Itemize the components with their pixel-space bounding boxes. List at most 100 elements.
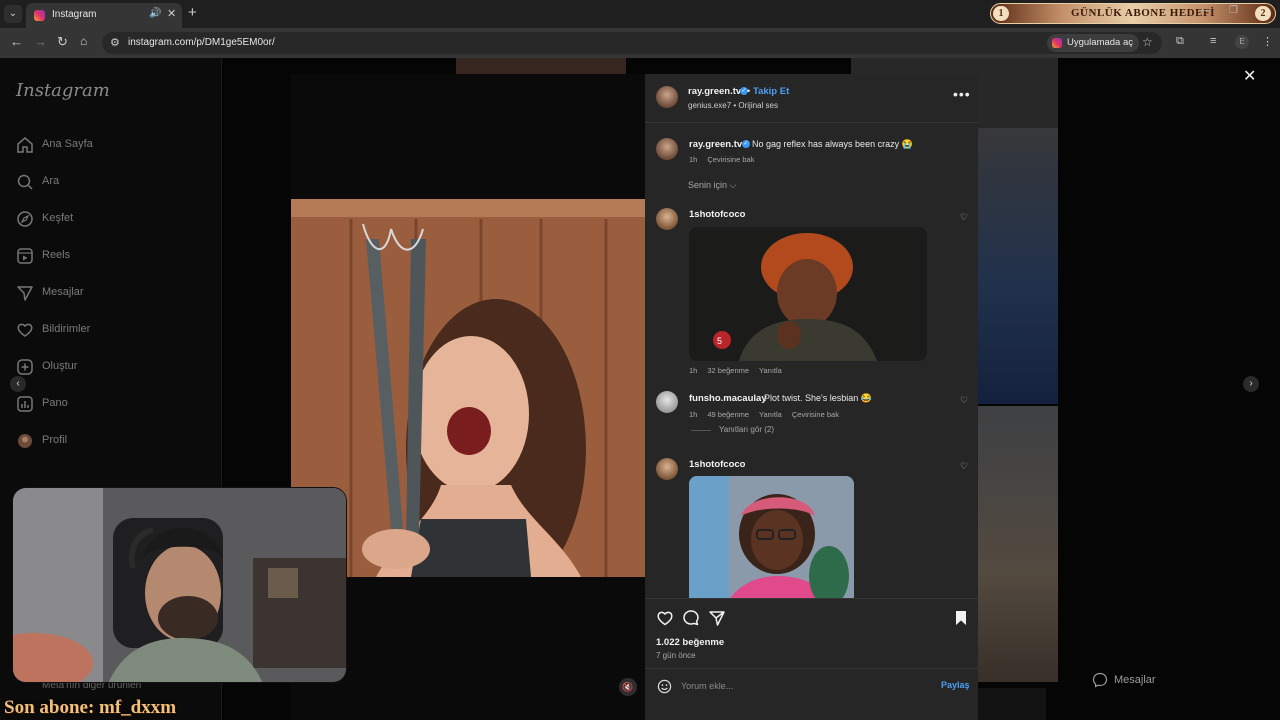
comment-username[interactable]: funsho.macaulay [689,393,767,404]
emoji-icon[interactable] [657,679,672,694]
profile-icon [18,434,32,448]
sidebar-item-reels[interactable]: Reels [16,246,216,268]
comment-meta: 1h 49 beğenme Yanıtla Çevirisine bak [689,410,849,419]
sidebar-item-notifications[interactable]: Bildirimler [16,320,216,342]
send-icon [17,286,33,301]
author-avatar[interactable] [656,86,678,108]
address-bar[interactable]: ⚙ instagram.com/p/DM1ge5EM0or/ Uygulamad… [102,32,1162,54]
tab-search-button[interactable]: ⌄ [4,5,22,23]
previous-post-chevron-icon[interactable]: ‹ [10,376,26,392]
author-username[interactable]: ray.green.tv [688,86,741,97]
comment-reply[interactable]: Yanıtla [759,410,782,419]
sidebar-item-home[interactable]: Ana Sayfa [16,135,216,157]
sidebar-item-label: Bildirimler [42,323,91,335]
follow-button[interactable]: Takip Et [753,86,789,97]
sidebar-item-label: Keşfet [42,212,74,224]
gif-watermark: 5 [717,336,722,346]
audio-source[interactable]: genius.exe7 • Orijinal ses [688,101,778,110]
chrome-menu-icon[interactable]: ⋮ [1262,35,1273,48]
bookmark-star-icon[interactable]: ☆ [1142,35,1153,49]
profile-avatar[interactable]: E [1235,35,1249,49]
like-count[interactable]: 1.022 beğenme [656,637,724,648]
comment-likes[interactable]: 32 beğenme [707,366,749,375]
instagram-app-icon [1052,38,1062,48]
sort-dropdown[interactable]: Senin için ⌵ [688,180,736,191]
comment-likes[interactable]: 49 beğenme [707,410,749,419]
like-heart-icon[interactable] [656,609,674,627]
heart-icon [17,323,33,337]
compass-icon [17,211,33,227]
goal-start-number: 1 [993,6,1009,21]
url-text: instagram.com/p/DM1ge5EM0or/ [128,37,275,48]
tab-close-icon[interactable]: ✕ [167,7,176,20]
save-bookmark-icon[interactable] [952,609,970,627]
comment-like-icon[interactable]: ♡ [960,212,968,223]
sidebar-item-label: Pano [42,397,68,409]
browser-toolbar: ← → ↻ ⌂ ⚙ instagram.com/p/DM1ge5EM0or/ U… [0,28,1280,58]
tab-audio-icon[interactable]: 🔊 [149,8,161,19]
post-comment-button[interactable]: Paylaş [941,680,970,690]
comment-username[interactable]: 1shotofcoco [689,209,745,220]
media-controls-icon[interactable]: ≡ [1210,35,1216,47]
messenger-icon [1092,672,1108,688]
messages-floating-button[interactable]: Mesajlar [1092,670,1242,692]
comment-translate[interactable]: Çevirisine bak [792,410,839,419]
replies-divider [691,430,711,431]
sidebar-item-messages[interactable]: Mesajlar [16,283,216,305]
caption-meta: 1h Çevirisine bak [689,155,764,164]
comment-bubble-icon[interactable] [682,609,700,627]
site-info-icon[interactable]: ⚙ [110,36,120,49]
post-actions: 1.022 beğenme 7 gün önce [645,598,978,668]
close-icon[interactable]: ✕ [1243,66,1256,86]
webcam-feed [13,488,346,682]
last-subscriber-label: Son abone: mf_dxxm [4,697,177,718]
mute-toggle-icon[interactable]: 🔇 [619,678,637,696]
share-send-icon[interactable] [708,609,726,627]
restore-icon[interactable]: ❐ [1229,5,1238,16]
instagram-favicon-icon [34,10,45,21]
new-tab-button[interactable]: + [188,4,197,21]
caption-avatar[interactable] [656,138,678,160]
browser-tab[interactable]: Instagram 🔊 ✕ [26,3,182,28]
forward-icon[interactable]: → [34,34,47,49]
caption-time: 1h [689,155,698,164]
sidebar-item-label: Profil [42,434,68,446]
extensions-icon[interactable]: ⧉ [1176,35,1184,48]
comment-username[interactable]: 1shotofcoco [689,459,745,470]
sidebar-item-label: Ana Sayfa [42,138,93,150]
sidebar-item-profile[interactable]: Profil [16,431,216,453]
commenter-avatar[interactable] [656,208,678,230]
comment-like-icon[interactable]: ♡ [960,461,968,472]
more-options-icon[interactable]: ••• [953,86,971,102]
reload-icon[interactable]: ↻ [57,34,68,50]
caption-username[interactable]: ray.green.tv [689,139,742,150]
caption-translate[interactable]: Çevirisine bak [707,155,754,164]
sidebar-item-explore[interactable]: Keşfet [16,209,216,231]
view-replies-button[interactable]: Yanıtları gör (2) [719,425,774,434]
minimize-icon[interactable]: — [1200,5,1210,16]
screen: ⌄ Instagram 🔊 ✕ + 1 GÜNLÜK ABONE HEDEFİ … [0,0,1280,720]
sidebar-item-create[interactable]: Oluştur [16,357,216,379]
commenter-avatar[interactable] [656,458,678,480]
comment-gif[interactable]: 5 [689,227,927,361]
comment-reply[interactable]: Yanıtla [759,366,782,375]
open-in-app-button[interactable]: Uygulamada aç [1047,34,1140,52]
post-details-panel: ray.green.tv ✓ • Takip Et genius.exe7 • … [645,74,978,720]
sidebar-item-label: Mesajlar [42,286,84,298]
commenter-avatar[interactable] [656,391,678,413]
comment-gif[interactable] [689,476,854,598]
open-in-app-label: Uygulamada aç [1067,37,1134,48]
comment-input[interactable] [681,678,901,694]
comments-list[interactable]: ray.green.tv ✓ No gag reflex has always … [645,123,978,598]
comment-meta: 1h 32 beğenme Yanıtla [689,366,792,375]
post-header: ray.green.tv ✓ • Takip Et genius.exe7 • … [645,74,978,123]
verified-badge-icon: ✓ [742,140,750,148]
next-post-chevron-icon[interactable]: › [1243,376,1259,392]
comment-like-icon[interactable]: ♡ [960,395,968,406]
sidebar-item-search[interactable]: Ara [16,172,216,194]
sidebar-item-dashboard[interactable]: Pano [16,394,216,416]
back-icon[interactable]: ← [10,34,23,49]
instagram-logo[interactable]: Instagram [16,80,110,101]
streamer-webcam-overlay [12,487,347,683]
home-button-icon[interactable]: ⌂ [80,34,87,48]
